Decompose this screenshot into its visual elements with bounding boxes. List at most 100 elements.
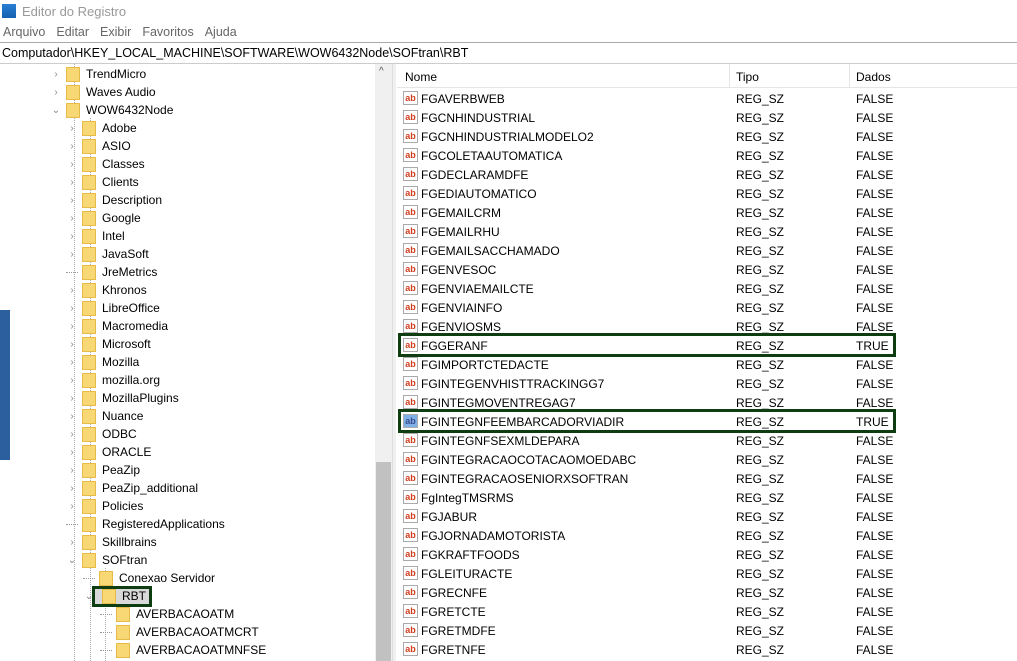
tree-item[interactable]: › JavaSoft bbox=[66, 245, 149, 263]
scrollbar-thumb[interactable] bbox=[376, 462, 391, 661]
chevron-right-icon[interactable]: › bbox=[66, 501, 78, 512]
tree-item[interactable]: › Google bbox=[66, 209, 141, 227]
value-row[interactable]: ab FGEMAILRHU REG_SZ FALSE bbox=[397, 222, 1017, 241]
value-row[interactable]: ab FGENVIAEMAILCTE REG_SZ FALSE bbox=[397, 279, 1017, 298]
chevron-right-icon[interactable]: › bbox=[66, 123, 78, 134]
tree-item[interactable]: › Intel bbox=[66, 227, 125, 245]
chevron-right-icon[interactable]: › bbox=[66, 321, 78, 332]
tree-item[interactable]: › Microsoft bbox=[66, 335, 151, 353]
menu-ajuda[interactable]: Ajuda bbox=[205, 25, 237, 39]
tree-item[interactable]: › Waves Audio bbox=[50, 83, 156, 101]
tree-item[interactable]: ⌄ RBT bbox=[83, 585, 152, 607]
chevron-right-icon[interactable]: › bbox=[50, 87, 62, 98]
tree-scrollbar[interactable]: ^ bbox=[375, 64, 392, 661]
chevron-right-icon[interactable]: › bbox=[66, 141, 78, 152]
chevron-right-icon[interactable]: › bbox=[66, 447, 78, 458]
column-name[interactable]: Nome bbox=[405, 70, 437, 84]
chevron-right-icon[interactable]: › bbox=[66, 303, 78, 314]
chevron-right-icon[interactable]: › bbox=[66, 465, 78, 476]
tree-item[interactable]: › Clients bbox=[66, 173, 139, 191]
tree-item[interactable]: › mozilla.org bbox=[66, 371, 160, 389]
column-type[interactable]: Tipo bbox=[736, 70, 759, 84]
chevron-down-icon[interactable]: ⌄ bbox=[83, 591, 95, 602]
tree-item[interactable]: AVERBACAOATMCRT bbox=[100, 623, 259, 641]
chevron-right-icon[interactable]: › bbox=[66, 249, 78, 260]
value-row[interactable]: ab FGKRAFTFOODS REG_SZ FALSE bbox=[397, 545, 1017, 564]
value-row[interactable]: ab FGINTEGNFSEXMLDEPARA REG_SZ FALSE bbox=[397, 431, 1017, 450]
value-row[interactable]: ab FGDECLARAMDFE REG_SZ FALSE bbox=[397, 165, 1017, 184]
tree-item[interactable]: ⌄ WOW6432Node bbox=[50, 101, 173, 119]
chevron-right-icon[interactable]: › bbox=[66, 339, 78, 350]
value-row[interactable]: ab FGJORNADAMOTORISTA REG_SZ FALSE bbox=[397, 526, 1017, 545]
pane-splitter[interactable] bbox=[392, 64, 396, 661]
menu-favoritos[interactable]: Favoritos bbox=[142, 25, 193, 39]
chevron-right-icon[interactable]: › bbox=[50, 69, 62, 80]
value-row[interactable]: ab FGAVERBWEB REG_SZ FALSE bbox=[397, 89, 1017, 108]
tree-item[interactable]: › Mozilla bbox=[66, 353, 139, 371]
tree-item[interactable]: › Classes bbox=[66, 155, 145, 173]
chevron-down-icon[interactable]: ⌄ bbox=[66, 555, 78, 566]
tree-item[interactable]: AVERBACAOATM bbox=[100, 605, 234, 623]
chevron-right-icon[interactable]: › bbox=[66, 213, 78, 224]
value-row[interactable]: ab FGCOLETAAUTOMATICA REG_SZ FALSE bbox=[397, 146, 1017, 165]
tree-item[interactable]: ⌄ SOFtran bbox=[66, 551, 147, 569]
folder-icon bbox=[82, 210, 96, 226]
chevron-right-icon[interactable]: › bbox=[66, 393, 78, 404]
value-row[interactable]: ab FGIMPORTCTEDACTE REG_SZ FALSE bbox=[397, 355, 1017, 374]
scroll-up-icon[interactable]: ^ bbox=[379, 66, 384, 77]
value-row[interactable]: ab FgIntegTMSRMS REG_SZ FALSE bbox=[397, 488, 1017, 507]
tree-item[interactable]: Conexao Servidor bbox=[83, 569, 215, 587]
tree-item[interactable]: › ASIO bbox=[66, 137, 131, 155]
value-row[interactable]: ab FGINTEGENVHISTTRACKINGG7 REG_SZ FALSE bbox=[397, 374, 1017, 393]
tree-item[interactable]: AVERBACAOATMNFSE bbox=[100, 641, 266, 659]
value-row[interactable]: ab FGEMAILSACCHAMADO REG_SZ FALSE bbox=[397, 241, 1017, 260]
value-row[interactable]: ab FGENVESOC REG_SZ FALSE bbox=[397, 260, 1017, 279]
value-row[interactable]: ab FGRETNFE REG_SZ FALSE bbox=[397, 640, 1017, 659]
menu-exibir[interactable]: Exibir bbox=[100, 25, 131, 39]
tree-item[interactable]: › Nuance bbox=[66, 407, 143, 425]
chevron-right-icon[interactable]: › bbox=[66, 375, 78, 386]
chevron-right-icon[interactable]: › bbox=[66, 177, 78, 188]
value-row[interactable]: ab FGRETCTE REG_SZ FALSE bbox=[397, 602, 1017, 621]
chevron-right-icon[interactable]: › bbox=[66, 159, 78, 170]
tree-item[interactable]: › Policies bbox=[66, 497, 143, 515]
tree-item[interactable]: › Description bbox=[66, 191, 162, 209]
value-row[interactable]: ab FGENVIAINFO REG_SZ FALSE bbox=[397, 298, 1017, 317]
tree-item[interactable]: › PeaZip bbox=[66, 461, 140, 479]
chevron-right-icon[interactable]: › bbox=[66, 429, 78, 440]
value-row[interactable]: ab FGRECNFE REG_SZ FALSE bbox=[397, 583, 1017, 602]
chevron-right-icon[interactable]: › bbox=[66, 357, 78, 368]
chevron-right-icon[interactable]: › bbox=[66, 285, 78, 296]
menu-arquivo[interactable]: Arquivo bbox=[3, 25, 45, 39]
tree-item[interactable]: › MozillaPlugins bbox=[66, 389, 179, 407]
chevron-right-icon[interactable]: › bbox=[66, 195, 78, 206]
tree-item[interactable]: RegisteredApplications bbox=[66, 515, 225, 533]
chevron-right-icon[interactable]: › bbox=[66, 231, 78, 242]
tree-item[interactable]: JreMetrics bbox=[66, 263, 157, 281]
chevron-right-icon[interactable]: › bbox=[66, 411, 78, 422]
value-row[interactable]: ab FGINTEGRACAOCOTACAOMOEDABC REG_SZ FAL… bbox=[397, 450, 1017, 469]
tree-item[interactable]: › Macromedia bbox=[66, 317, 168, 335]
tree-item[interactable]: › LibreOffice bbox=[66, 299, 160, 317]
column-data[interactable]: Dados bbox=[856, 70, 891, 84]
value-row[interactable]: ab FGRETMDFE REG_SZ FALSE bbox=[397, 621, 1017, 640]
tree-item[interactable]: › ODBC bbox=[66, 425, 137, 443]
value-row[interactable]: ab FGEDIAUTOMATICO REG_SZ FALSE bbox=[397, 184, 1017, 203]
tree-item[interactable]: › ORACLE bbox=[66, 443, 151, 461]
tree-item[interactable]: › Skillbrains bbox=[66, 533, 157, 551]
value-row[interactable]: ab FGINTEGRACAOSENIORXSOFTRAN REG_SZ FAL… bbox=[397, 469, 1017, 488]
value-row[interactable]: ab FGJABUR REG_SZ FALSE bbox=[397, 507, 1017, 526]
tree-item[interactable]: › PeaZip_additional bbox=[66, 479, 198, 497]
value-row[interactable]: ab FGEMAILCRM REG_SZ FALSE bbox=[397, 203, 1017, 222]
chevron-right-icon[interactable]: › bbox=[66, 537, 78, 548]
menu-editar[interactable]: Editar bbox=[56, 25, 89, 39]
tree-item[interactable]: › Adobe bbox=[66, 119, 137, 137]
tree-item[interactable]: › Khronos bbox=[66, 281, 147, 299]
chevron-down-icon[interactable]: ⌄ bbox=[50, 105, 62, 116]
value-row[interactable]: ab FGLEITURACTE REG_SZ FALSE bbox=[397, 564, 1017, 583]
address-bar[interactable]: Computador\HKEY_LOCAL_MACHINE\SOFTWARE\W… bbox=[0, 42, 1017, 64]
value-row[interactable]: ab FGCNHINDUSTRIAL REG_SZ FALSE bbox=[397, 108, 1017, 127]
chevron-right-icon[interactable]: › bbox=[66, 483, 78, 494]
value-row[interactable]: ab FGCNHINDUSTRIALMODELO2 REG_SZ FALSE bbox=[397, 127, 1017, 146]
tree-item[interactable]: › TrendMicro bbox=[50, 65, 146, 83]
